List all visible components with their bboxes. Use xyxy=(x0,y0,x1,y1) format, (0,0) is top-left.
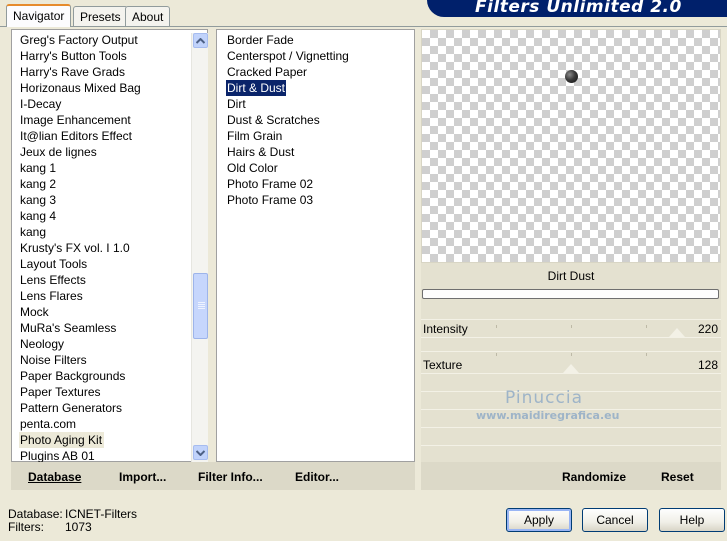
import-button[interactable]: Import... xyxy=(119,470,166,484)
category-item[interactable]: Harry's Button Tools xyxy=(19,48,128,64)
filter-item[interactable]: Border Fade xyxy=(226,32,295,48)
category-item[interactable]: Horizonaus Mixed Bag xyxy=(19,80,142,96)
category-item[interactable]: kang 3 xyxy=(19,192,57,208)
editor-button[interactable]: Editor... xyxy=(295,470,339,484)
filters-count-label: Filters: xyxy=(8,520,44,534)
category-item[interactable]: kang xyxy=(19,224,47,240)
progress-bar xyxy=(422,289,719,299)
preview-canvas[interactable] xyxy=(421,29,721,263)
category-item[interactable]: kang 4 xyxy=(19,208,57,224)
scroll-thumb[interactable] xyxy=(193,273,208,339)
category-scrollbar[interactable] xyxy=(191,33,208,462)
category-item[interactable]: Photo Aging Kit xyxy=(19,432,105,448)
category-list[interactable]: Greg's Factory Output Harry's Button Tool… xyxy=(11,29,208,463)
category-item[interactable]: Greg's Factory Output xyxy=(19,32,139,48)
category-item[interactable]: Lens Effects xyxy=(19,272,87,288)
category-item[interactable]: Jeux de lignes xyxy=(19,144,98,160)
preview-dot xyxy=(565,70,578,83)
category-item[interactable]: Paper Textures xyxy=(19,384,102,400)
scroll-down-button[interactable] xyxy=(193,445,208,460)
filter-item[interactable]: Dirt & Dust xyxy=(224,79,288,97)
apply-button[interactable]: Apply xyxy=(506,508,572,532)
randomize-button[interactable]: Randomize xyxy=(562,470,626,484)
category-item[interactable]: It@lian Editors Effect xyxy=(19,128,133,144)
filter-item[interactable]: Film Grain xyxy=(226,128,283,144)
category-item[interactable]: Layout Tools xyxy=(19,256,88,272)
help-button[interactable]: Help xyxy=(659,508,725,532)
category-item[interactable]: I-Decay xyxy=(19,96,62,112)
category-item[interactable]: Neology xyxy=(19,336,65,352)
filter-item[interactable]: Old Color xyxy=(226,160,279,176)
filter-list[interactable]: Border Fade Centerspot / Vignetting Cracke… xyxy=(216,29,415,462)
category-item[interactable]: Noise Filters xyxy=(19,352,88,368)
filter-info-button[interactable]: Filter Info... xyxy=(198,470,263,484)
right-toolbar: Randomize Reset xyxy=(421,462,721,490)
chevron-down-icon xyxy=(196,449,205,456)
cancel-button[interactable]: Cancel xyxy=(582,508,648,532)
category-item[interactable]: Pattern Generators xyxy=(19,400,123,416)
intensity-thumb[interactable] xyxy=(669,328,685,337)
slider-value: 128 xyxy=(697,358,718,372)
filter-item[interactable]: Photo Frame 02 xyxy=(226,176,314,192)
tab-about[interactable]: About xyxy=(125,6,171,26)
category-item[interactable]: Krusty's FX vol. I 1.0 xyxy=(19,240,131,256)
app-banner: Filters Unlimited 2.0 xyxy=(427,0,727,17)
category-item[interactable]: Harry's Rave Grads xyxy=(19,64,126,80)
tab-navigator[interactable]: Navigator xyxy=(6,4,72,27)
category-item[interactable]: kang 2 xyxy=(19,176,57,192)
filter-title: Dirt Dust xyxy=(547,269,595,283)
category-item[interactable]: MuRa's Seamless xyxy=(19,320,117,336)
parameters-panel: Dirt Dust Intensity 220 Texture 128 Pinu… xyxy=(421,263,721,463)
category-item[interactable]: Lens Flares xyxy=(19,288,84,304)
category-item[interactable]: Image Enhancement xyxy=(19,112,132,128)
chevron-up-icon xyxy=(196,37,205,44)
tab-presets[interactable]: Presets xyxy=(73,6,128,26)
texture-thumb[interactable] xyxy=(563,364,579,373)
database-label: Database: xyxy=(8,507,63,521)
watermark-name: Pinuccia xyxy=(505,388,583,408)
category-item[interactable]: kang 1 xyxy=(19,160,57,176)
database-button[interactable]: Database xyxy=(28,470,81,484)
slider-label: Intensity xyxy=(423,322,468,336)
category-item[interactable]: Paper Backgrounds xyxy=(19,368,126,384)
left-toolbar: Database Import... Filter Info... Editor… xyxy=(11,462,415,490)
reset-button[interactable]: Reset xyxy=(661,470,694,484)
watermark-url: www.maidiregrafica.eu xyxy=(476,409,620,422)
category-item[interactable]: penta.com xyxy=(19,416,77,432)
category-item[interactable]: Mock xyxy=(19,304,50,320)
slider-value: 220 xyxy=(697,322,718,336)
database-value: ICNET-Filters xyxy=(65,507,137,521)
filter-item[interactable]: Dirt xyxy=(226,96,247,112)
filter-item[interactable]: Cracked Paper xyxy=(226,64,308,80)
filter-item[interactable]: Centerspot / Vignetting xyxy=(226,48,350,64)
filter-item[interactable]: Photo Frame 03 xyxy=(226,192,314,208)
filter-item[interactable]: Hairs & Dust xyxy=(226,144,295,160)
tab-divider xyxy=(0,26,727,27)
filter-item[interactable]: Dust & Scratches xyxy=(226,112,321,128)
scroll-up-button[interactable] xyxy=(193,33,208,48)
slider-label: Texture xyxy=(423,358,463,372)
filters-count-value: 1073 xyxy=(65,520,92,534)
